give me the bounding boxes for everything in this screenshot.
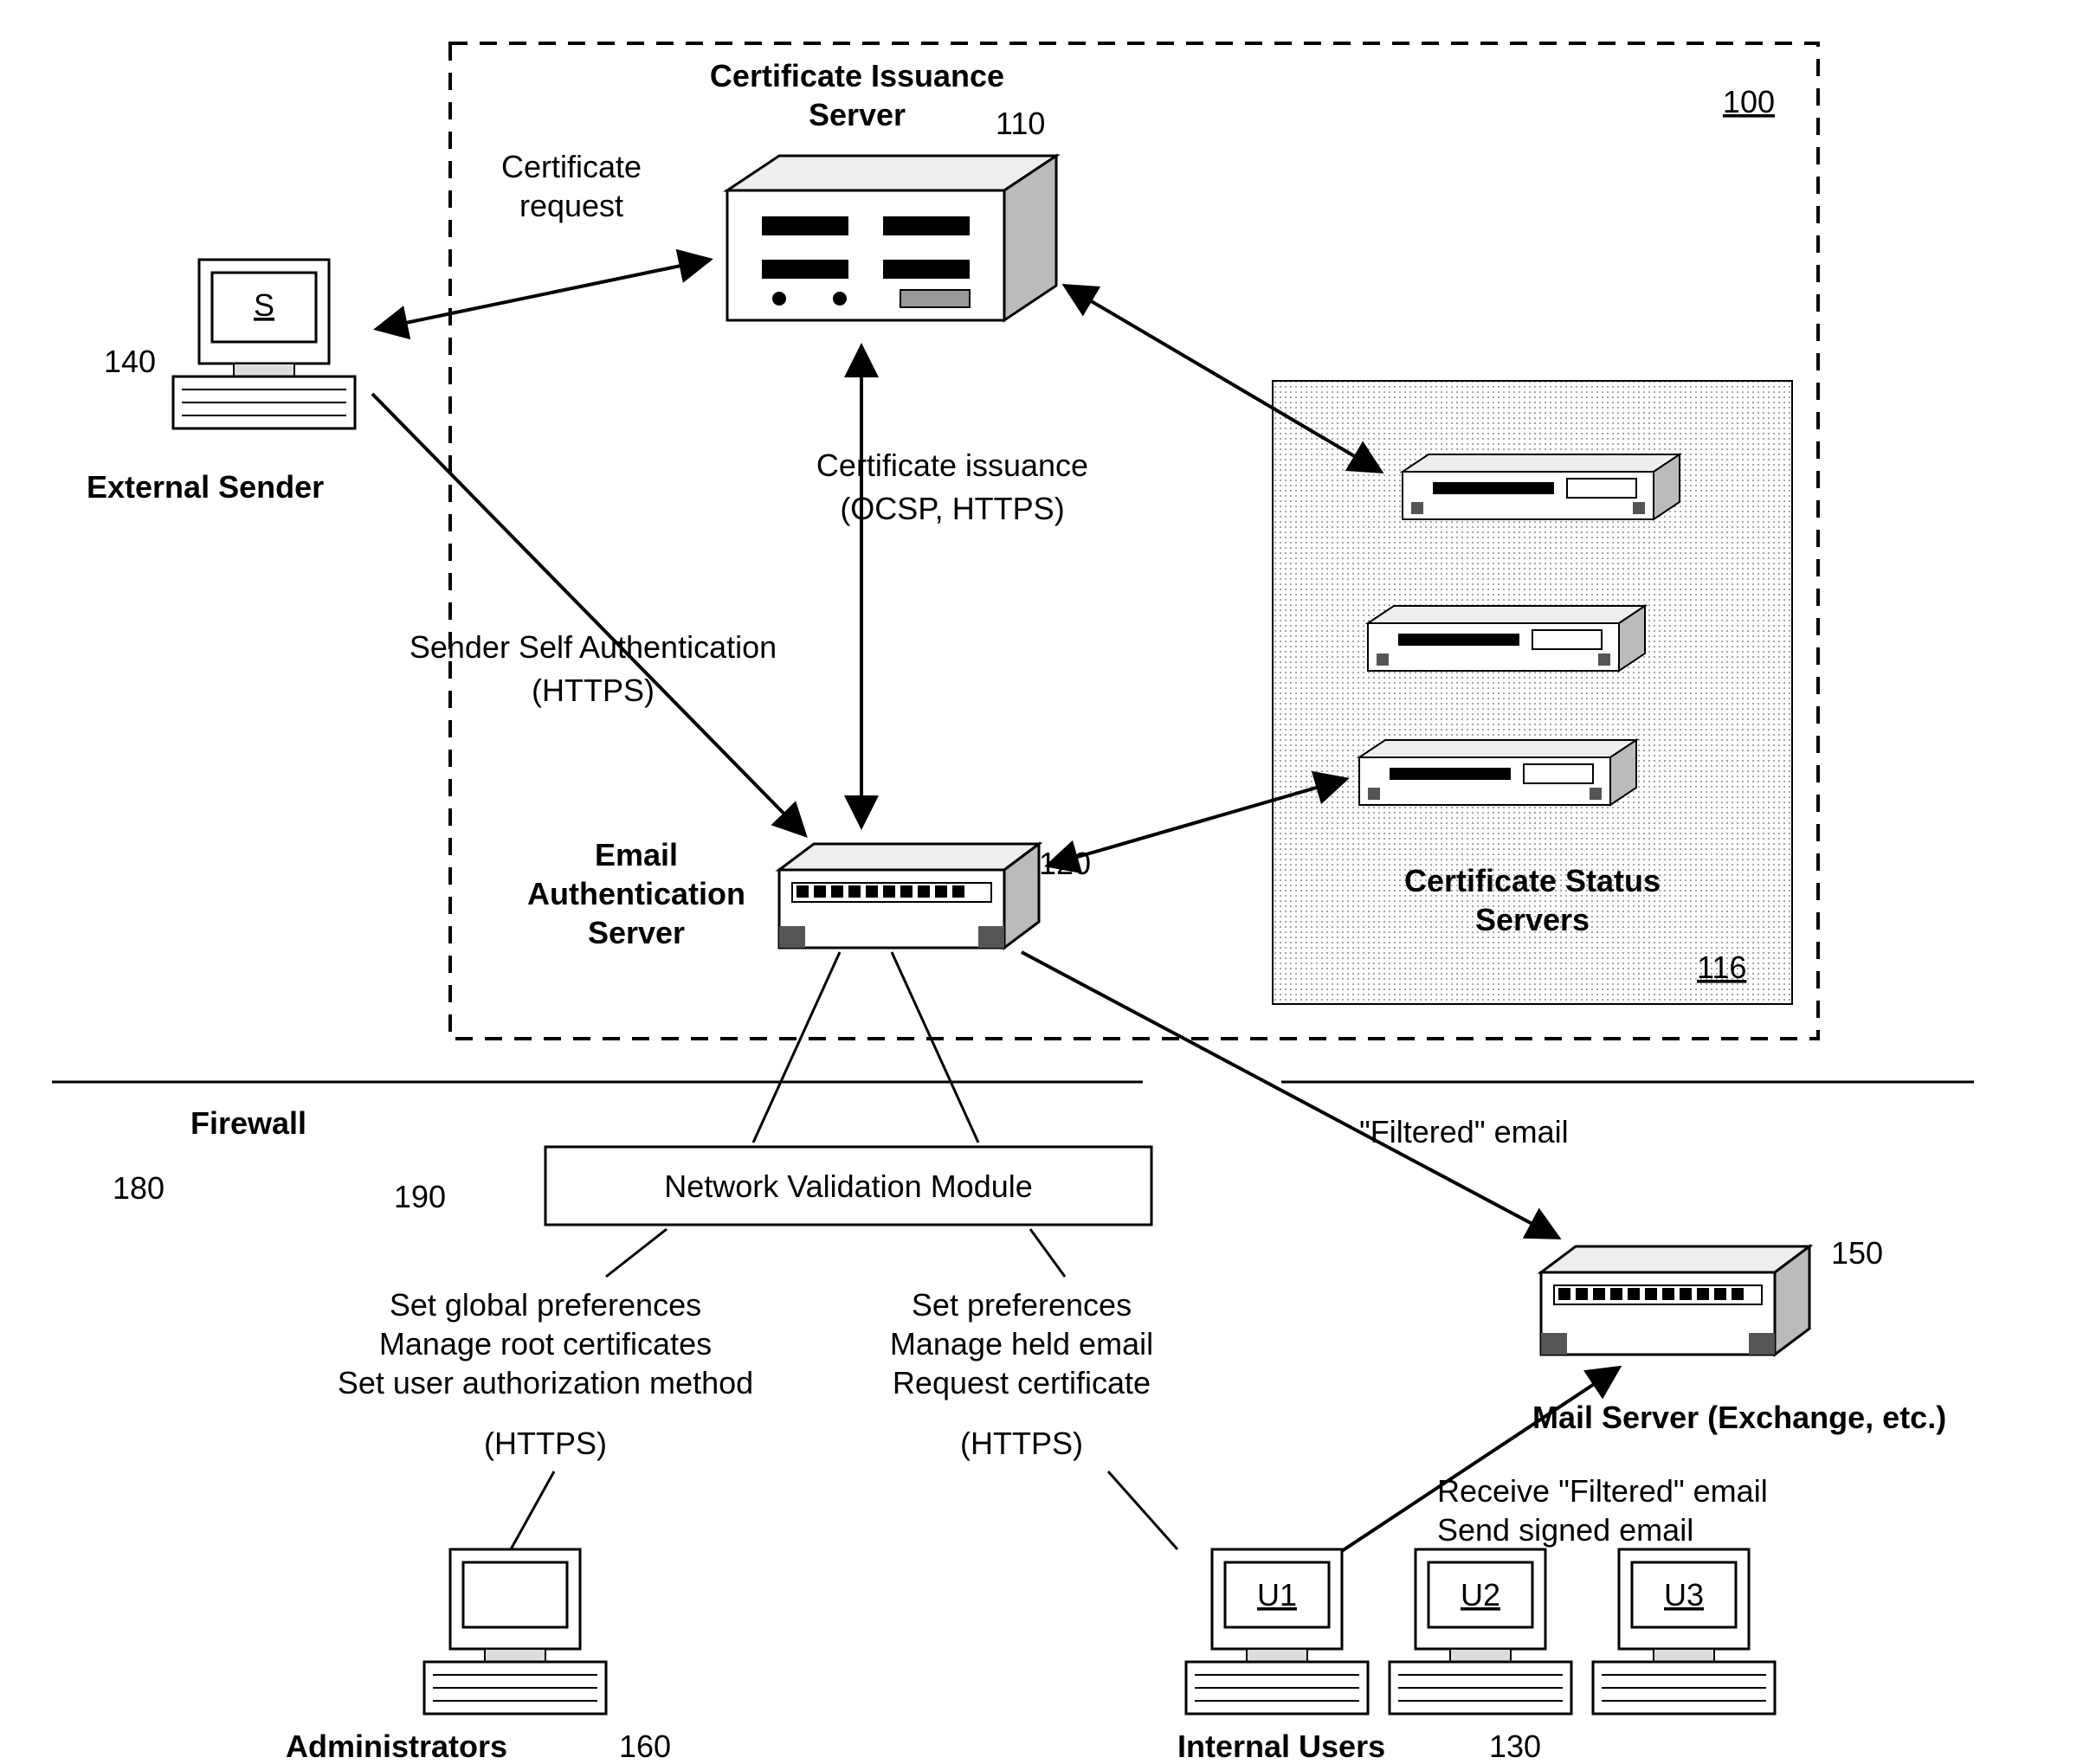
admin-line-1: Set global preferences	[390, 1287, 701, 1323]
cis-title-line1: Certificate Issuance	[710, 58, 1004, 93]
user-computer-2-icon: U2	[1390, 1549, 1571, 1714]
eas-server-icon	[779, 844, 1039, 948]
cis-server-icon	[727, 156, 1056, 320]
user-line-2: Manage held email	[890, 1326, 1153, 1362]
eas-title-1: Email	[595, 837, 678, 872]
u3-monitor-label: U3	[1664, 1577, 1704, 1613]
sender-monitor-label: S	[254, 287, 274, 323]
system-ref-number: 100	[1723, 84, 1775, 119]
arrow-sender-cis	[377, 260, 710, 329]
firewall-title: Firewall	[190, 1105, 306, 1141]
architecture-diagram: 100 Certificate Issuance Server 110 Cert…	[0, 0, 2096, 1764]
arrow-sender-eas	[372, 394, 805, 835]
admin-computer-icon	[424, 1549, 606, 1714]
arrow-cis-css	[1065, 286, 1381, 472]
user-line-3: Request certificate	[893, 1365, 1151, 1400]
css-ref-number: 116	[1697, 950, 1746, 985]
internal-users-title: Internal Users	[1177, 1729, 1385, 1764]
external-sender-icon: S	[173, 260, 355, 428]
css-title-2: Servers	[1475, 902, 1590, 937]
mail-server-ref: 150	[1831, 1235, 1883, 1271]
external-sender-ref: 140	[104, 344, 156, 379]
user-computer-3-icon: U3	[1593, 1549, 1775, 1714]
admins-title: Administrators	[286, 1729, 507, 1764]
user-line-4: (HTTPS)	[960, 1426, 1083, 1461]
u2-monitor-label: U2	[1461, 1577, 1500, 1613]
eas-ref-number: 120	[1039, 846, 1091, 881]
recv-line-2: Send signed email	[1437, 1512, 1693, 1548]
cert-issuance-label-1: Certificate issuance	[816, 447, 1088, 483]
mail-server-icon	[1541, 1246, 1809, 1355]
admins-ref-number: 160	[619, 1729, 671, 1764]
admin-line-3: Set user authorization method	[338, 1365, 753, 1400]
nvm-title: Network Validation Module	[664, 1168, 1033, 1204]
admin-line-4: (HTTPS)	[484, 1426, 607, 1461]
ssa-label-2: (HTTPS)	[532, 673, 655, 708]
cis-title-line2: Server	[809, 97, 906, 132]
line-eas-nvm-1	[753, 952, 840, 1143]
eas-title-3: Server	[588, 915, 685, 950]
internal-users-ref: 130	[1489, 1729, 1541, 1764]
external-sender-title: External Sender	[87, 469, 324, 505]
css-server-3-icon	[1359, 740, 1636, 805]
line-nvm-admin	[606, 1229, 667, 1277]
filtered-email-label: "Filtered" email	[1359, 1114, 1569, 1149]
recv-line-1: Receive "Filtered" email	[1437, 1473, 1768, 1509]
line-nvm-user	[1030, 1229, 1065, 1277]
cert-request-label-2: request	[519, 188, 623, 223]
user-line-1: Set preferences	[912, 1287, 1132, 1323]
mail-server-title: Mail Server (Exchange, etc.)	[1532, 1400, 1946, 1435]
line-admin-pc	[511, 1471, 554, 1549]
line-eas-nvm-2	[892, 952, 978, 1143]
u1-monitor-label: U1	[1257, 1577, 1297, 1613]
line-user-pc	[1108, 1471, 1177, 1549]
css-title-1: Certificate Status	[1404, 863, 1661, 898]
nvm-ref-number: 190	[394, 1179, 446, 1214]
admin-line-2: Manage root certificates	[379, 1326, 712, 1362]
firewall-ref-number: 180	[113, 1170, 164, 1206]
css-server-2-icon	[1368, 606, 1645, 671]
css-server-1-icon	[1403, 454, 1680, 519]
cert-issuance-label-2: (OCSP, HTTPS)	[840, 491, 1064, 526]
user-computer-1-icon: U1	[1186, 1549, 1368, 1714]
cis-ref-number: 110	[996, 106, 1045, 141]
ssa-label-1: Sender Self Authentication	[410, 629, 777, 665]
cert-request-label-1: Certificate	[501, 149, 642, 184]
eas-title-2: Authentication	[527, 876, 745, 911]
